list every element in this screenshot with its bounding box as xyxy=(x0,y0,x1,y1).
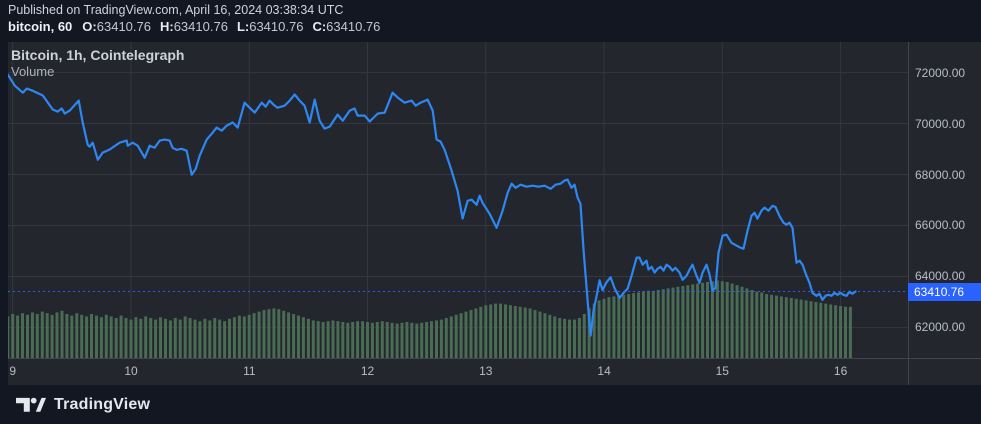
symbol-ohlc-line: bitcoin, 60 O:63410.76 H:63410.76 L:6341… xyxy=(8,19,389,34)
time-axis-label: 13 xyxy=(474,358,498,384)
price-volume-chart[interactable] xyxy=(0,42,981,385)
last-price-badge: 63410.76 xyxy=(908,283,981,301)
tradingview-brand-link[interactable]: TradingView xyxy=(16,394,150,415)
ohlc-close: C:63410.76 xyxy=(312,19,380,34)
snapshot-header: Published on TradingView.com, April 16, … xyxy=(0,0,981,42)
time-axis-label: 14 xyxy=(592,358,616,384)
tradingview-brand-text: TradingView xyxy=(54,396,150,414)
ohlc-open: O:63410.76 xyxy=(82,19,151,34)
time-axis-label: 11 xyxy=(237,358,261,384)
price-axis-label: 68000.00 xyxy=(915,167,965,183)
price-axis[interactable]: 72000.0070000.0068000.0066000.0064000.00… xyxy=(908,42,981,358)
tradingview-logo-icon xyxy=(16,394,46,415)
price-axis-label: 70000.00 xyxy=(915,116,965,132)
time-axis[interactable]: 9 10 11 12 13 14 15 16 xyxy=(0,358,981,385)
time-axis-label: 15 xyxy=(710,358,734,384)
time-axis-label: 9 xyxy=(1,358,25,384)
symbol-name: bitcoin, 60 xyxy=(8,19,72,34)
time-axis-label: 10 xyxy=(119,358,143,384)
chart-legend: Bitcoin, 1h, Cointelegraph Volume xyxy=(11,47,184,80)
ohlc-high: H:63410.76 xyxy=(160,19,228,34)
time-axis-label: 16 xyxy=(829,358,853,384)
ohlc-low: L:63410.76 xyxy=(237,19,304,34)
snapshot-footer: TradingView xyxy=(0,385,981,424)
chart-left-gutter xyxy=(0,42,8,385)
price-axis-label: 62000.00 xyxy=(915,319,965,335)
legend-volume-label: Volume xyxy=(11,64,184,80)
price-axis-label: 72000.00 xyxy=(915,65,965,81)
legend-symbol-title: Bitcoin, 1h, Cointelegraph xyxy=(11,47,184,64)
tradingview-snapshot: { "header": { "published_line": "Publish… xyxy=(0,0,981,424)
chart-widget[interactable]: Bitcoin, 1h, Cointelegraph Volume 72000.… xyxy=(0,42,981,385)
time-axis-label: 12 xyxy=(356,358,380,384)
price-axis-label: 66000.00 xyxy=(915,217,965,233)
published-line: Published on TradingView.com, April 16, … xyxy=(8,3,343,17)
